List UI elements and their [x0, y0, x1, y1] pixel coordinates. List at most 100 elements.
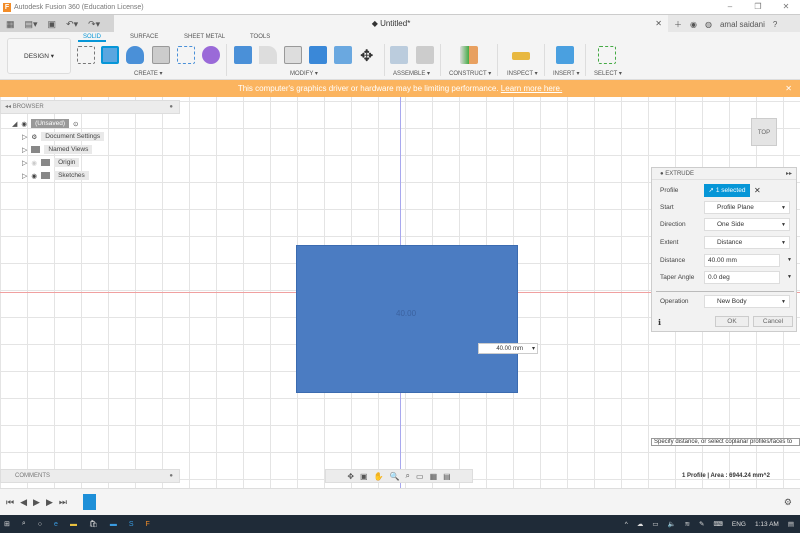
- browser-item-origin[interactable]: ▷ ◉ Origin: [12, 156, 104, 169]
- display-settings-icon[interactable]: ▭: [416, 472, 424, 481]
- profile-selection-button[interactable]: ➚ 1 selected: [704, 184, 750, 197]
- clock[interactable]: 1:13 AM: [755, 521, 779, 528]
- fillet-icon[interactable]: [259, 46, 277, 64]
- fusion-taskbar-icon[interactable]: F: [146, 521, 150, 528]
- pen-icon[interactable]: ✎: [699, 520, 704, 528]
- root-label[interactable]: (Unsaved): [31, 119, 70, 128]
- shell-icon[interactable]: [284, 46, 302, 64]
- eye-icon[interactable]: ◉: [31, 172, 37, 180]
- learn-more-link[interactable]: Learn more here.: [501, 84, 562, 93]
- timeline-feature-sketch[interactable]: [82, 494, 96, 510]
- eye-hidden-icon[interactable]: ◉: [31, 159, 37, 167]
- start-dropdown[interactable]: Profile Plane ▼: [704, 201, 790, 214]
- data-panel-icon[interactable]: ▦: [6, 19, 15, 30]
- form-icon[interactable]: [202, 46, 220, 64]
- edge-icon[interactable]: e: [54, 521, 58, 528]
- redo-icon[interactable]: ↷▾: [88, 19, 100, 30]
- go-to-start-icon[interactable]: ⏮: [6, 497, 14, 508]
- undo-icon[interactable]: ↶▾: [66, 19, 78, 30]
- select-menu[interactable]: SELECT ▾: [594, 70, 622, 77]
- browser-root[interactable]: ◢ ◉ (Unsaved) ⊙: [12, 117, 104, 130]
- search-icon[interactable]: ⌕: [22, 520, 26, 528]
- browser-item-sketches[interactable]: ▷ ◉ Sketches: [12, 169, 104, 182]
- distance-input[interactable]: 40.00 mm: [704, 254, 780, 267]
- create-menu[interactable]: CREATE ▾: [134, 70, 163, 77]
- activate-icon[interactable]: ⊙: [73, 120, 78, 128]
- viewports-icon[interactable]: ▤: [443, 472, 451, 481]
- look-at-icon[interactable]: ▣: [360, 472, 368, 481]
- taper-angle-input[interactable]: 0.0 deg: [704, 271, 780, 284]
- close-window-button[interactable]: ✕: [772, 0, 800, 14]
- sketch-profile[interactable]: [296, 245, 518, 393]
- play-icon[interactable]: ▶: [33, 497, 40, 508]
- file-menu-icon[interactable]: ▤▾: [25, 19, 38, 30]
- chevron-down-icon[interactable]: ▾: [532, 344, 535, 354]
- zoom-icon[interactable]: 🔍: [390, 472, 400, 481]
- operation-dropdown[interactable]: New Body ▼: [704, 295, 790, 308]
- select-icon[interactable]: [598, 46, 616, 64]
- pattern-icon[interactable]: [177, 46, 195, 64]
- keyboard-icon[interactable]: ⌨: [714, 520, 723, 528]
- tray-chevron-icon[interactable]: ^: [625, 521, 628, 528]
- notifications-icon[interactable]: ◍: [705, 20, 712, 29]
- distance-manipulator-input[interactable]: 40.00 mm ▾: [478, 343, 538, 354]
- mail-icon[interactable]: ▬: [110, 521, 117, 528]
- go-to-end-icon[interactable]: ⏭: [59, 497, 67, 508]
- expand-dialog-icon[interactable]: ▸▸: [786, 168, 792, 180]
- direction-dropdown[interactable]: One Side ▼: [704, 218, 790, 231]
- joint-icon[interactable]: [416, 46, 434, 64]
- expand-icon[interactable]: ▷: [22, 146, 27, 154]
- modify-menu[interactable]: MODIFY ▾: [290, 70, 318, 77]
- browser-item-named-views[interactable]: ▷ Named Views: [12, 143, 104, 156]
- distance-value[interactable]: 40.00 mm: [496, 346, 523, 352]
- expand-icon[interactable]: ◢: [12, 120, 17, 128]
- hole-icon[interactable]: [152, 46, 170, 64]
- press-pull-icon[interactable]: [234, 46, 252, 64]
- create-sketch-icon[interactable]: [77, 46, 95, 64]
- tab-tools[interactable]: TOOLS: [250, 34, 270, 40]
- tab-sheet-metal[interactable]: SHEET METAL: [184, 34, 225, 40]
- measure-icon[interactable]: [512, 52, 530, 60]
- chevron-down-icon[interactable]: ▼: [787, 274, 792, 280]
- step-forward-icon[interactable]: ▶: [46, 497, 53, 508]
- clear-selection-icon[interactable]: ✕: [754, 186, 761, 195]
- collapse-icon[interactable]: ◂◂: [5, 104, 13, 110]
- comments-options-icon[interactable]: ●: [169, 470, 173, 482]
- save-icon[interactable]: ▣: [48, 19, 57, 30]
- restore-button[interactable]: ❐: [744, 0, 772, 14]
- ok-button[interactable]: OK: [715, 316, 749, 327]
- expand-icon[interactable]: ▷: [22, 159, 27, 167]
- cortana-icon[interactable]: ○: [38, 521, 42, 528]
- start-icon[interactable]: ⊞: [4, 520, 10, 528]
- insert-image-icon[interactable]: [556, 46, 574, 64]
- extrude-header[interactable]: ● EXTRUDE ▸▸: [652, 168, 796, 180]
- close-tab-icon[interactable]: ✕: [655, 15, 662, 33]
- insert-menu[interactable]: INSERT ▾: [553, 70, 579, 77]
- construct-menu[interactable]: CONSTRUCT ▾: [449, 70, 491, 77]
- split-icon[interactable]: [334, 46, 352, 64]
- expand-icon[interactable]: ▷: [22, 172, 27, 180]
- onedrive-icon[interactable]: ☁: [637, 520, 644, 528]
- move-icon[interactable]: ✥: [360, 46, 373, 66]
- minimize-button[interactable]: –: [716, 0, 744, 14]
- combine-icon[interactable]: [309, 46, 327, 64]
- inspect-menu[interactable]: INSPECT ▾: [507, 70, 538, 77]
- close-banner-icon[interactable]: ✕: [785, 80, 792, 97]
- user-name[interactable]: amal saidani: [720, 20, 765, 29]
- assemble-menu[interactable]: ASSEMBLE ▾: [393, 70, 430, 77]
- step-back-icon[interactable]: ◀: [20, 497, 27, 508]
- wifi-icon[interactable]: ≋: [685, 520, 690, 528]
- tab-solid[interactable]: SOLID: [78, 34, 107, 42]
- volume-icon[interactable]: 🔈: [668, 520, 676, 528]
- document-tab[interactable]: ◆ Untitled* ✕: [114, 15, 668, 33]
- browser-options-icon[interactable]: ●: [169, 101, 173, 113]
- info-icon[interactable]: ℹ: [658, 318, 661, 327]
- extent-dropdown[interactable]: Distance ▼: [704, 236, 790, 249]
- fit-icon[interactable]: ⌕: [406, 471, 410, 481]
- view-cube[interactable]: TOP: [751, 118, 777, 146]
- grid-icon[interactable]: ▦: [430, 472, 438, 481]
- expand-icon[interactable]: ▷: [22, 133, 27, 141]
- action-center-icon[interactable]: ▤: [788, 520, 794, 528]
- orbit-icon[interactable]: ✥: [347, 472, 354, 481]
- skype-icon[interactable]: S: [129, 521, 134, 528]
